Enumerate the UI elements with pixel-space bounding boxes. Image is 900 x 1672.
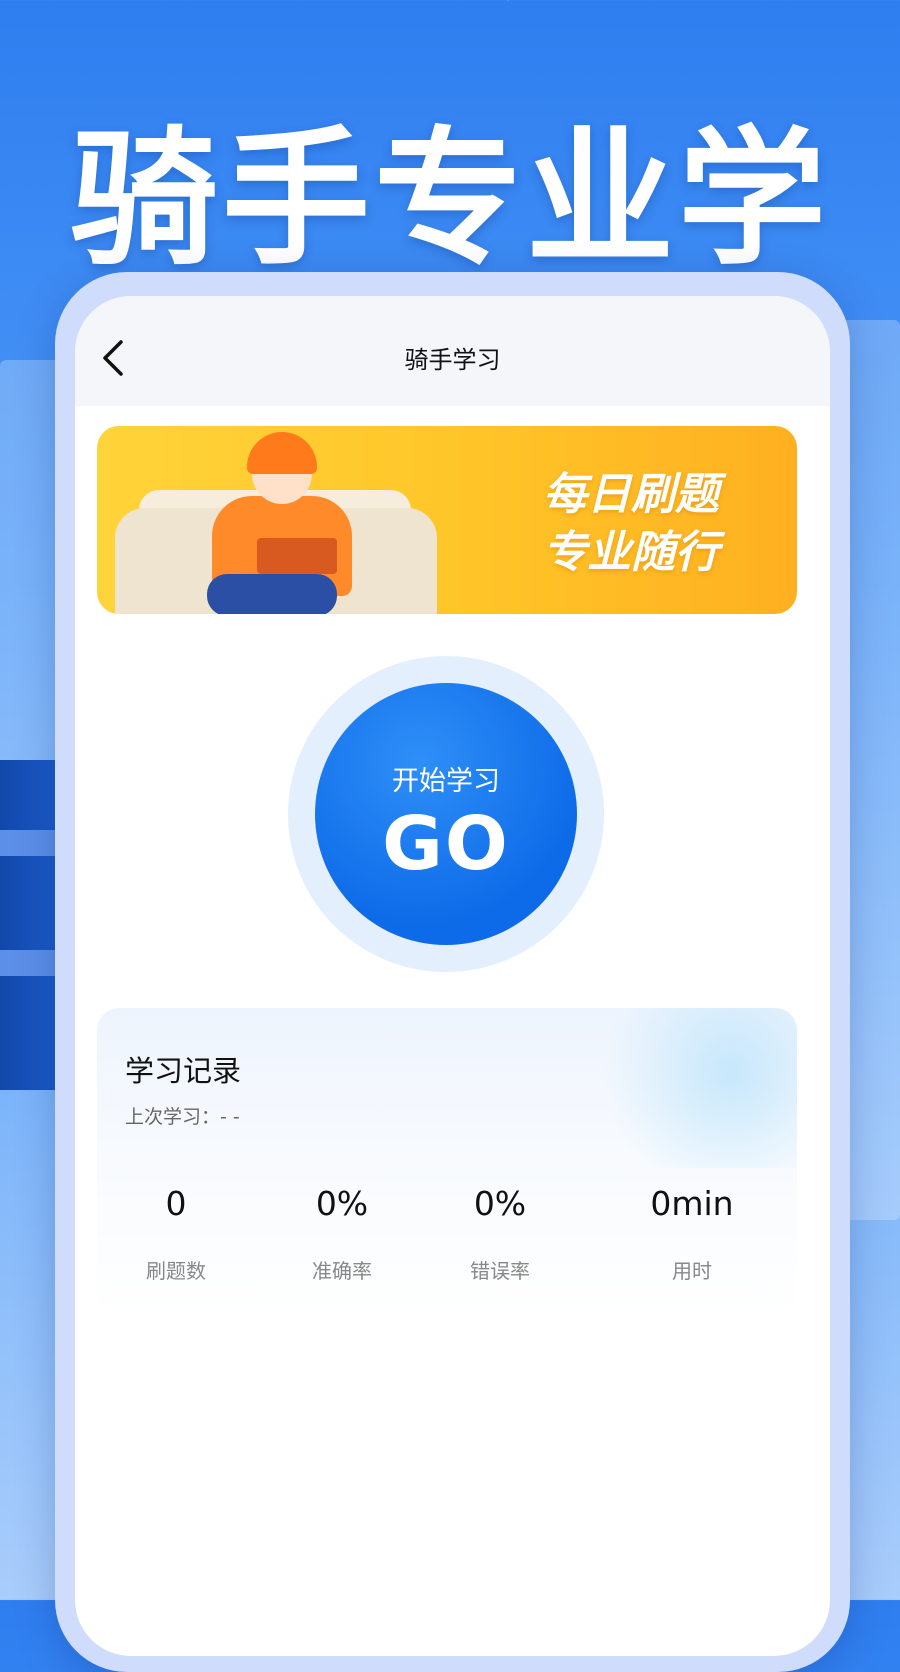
stat-label: 错误率: [470, 1259, 530, 1283]
banner-slogan: 每日刷题 专业随行: [543, 466, 719, 582]
page-title: 骑手学习: [404, 346, 501, 374]
stat-value: 0min: [650, 1184, 734, 1223]
stat-value: 0%: [315, 1184, 369, 1223]
stat-label: 刷题数: [146, 1259, 206, 1283]
book-illustration: [257, 538, 337, 574]
stat-time-used: 0min 用时: [607, 1184, 777, 1284]
stat-accuracy: 0% 准确率: [257, 1184, 427, 1284]
stat-questions: 0 刷题数: [91, 1184, 261, 1284]
start-study-subtitle: 开始学习: [392, 766, 500, 797]
stat-error-rate: 0% 错误率: [415, 1184, 585, 1284]
promo-banner[interactable]: 每日刷题 专业随行: [97, 426, 797, 614]
study-record-card: 学习记录 上次学习：- - 0 刷题数 0% 准确率 0% 错误率 0min 用…: [97, 1008, 797, 1318]
card-decoration: [577, 1008, 797, 1168]
app-screen: 骑手学习 每日刷题 专业随行 开始学习 GO 学习记录 上次学习：- - 0 刷…: [75, 296, 830, 1656]
start-study-button[interactable]: 开始学习 GO: [315, 683, 577, 945]
stat-value: 0: [165, 1184, 187, 1223]
stat-label: 准确率: [312, 1259, 372, 1283]
last-study-text: 上次学习：- -: [125, 1106, 240, 1128]
go-label: GO: [382, 801, 510, 887]
study-record-title: 学习记录: [125, 1054, 242, 1088]
stat-label: 用时: [672, 1259, 712, 1283]
banner-line-2: 专业随行: [543, 527, 719, 578]
rider-illustration: [207, 574, 337, 614]
banner-line-1: 每日刷题: [543, 469, 719, 520]
stat-value: 0%: [473, 1184, 527, 1223]
phone-frame: 骑手学习 每日刷题 专业随行 开始学习 GO 学习记录 上次学习：- - 0 刷…: [55, 272, 850, 1672]
helmet-illustration: [247, 432, 317, 474]
nav-bar: 骑手学习: [75, 296, 830, 406]
